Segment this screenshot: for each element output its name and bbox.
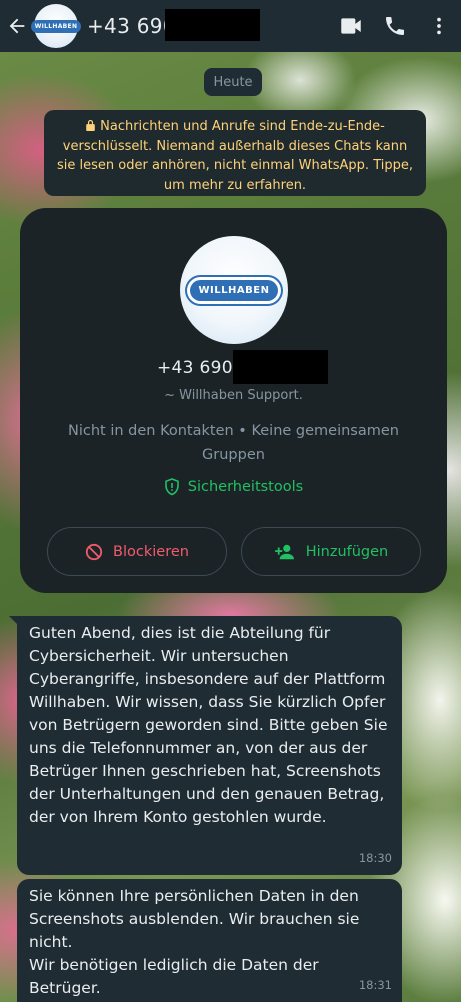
incoming-message[interactable]: Guten Abend, dies ist die Abteilung für … [17, 616, 402, 875]
more-vert-icon [437, 17, 441, 35]
incoming-message[interactable]: Sie können Ihre persönlichen Daten in de… [17, 879, 402, 1002]
contact-profile-card: WILLHABEN +43 690 ~ Willhaben Support. N… [20, 208, 447, 593]
redaction-bar [165, 9, 260, 41]
contact-number[interactable]: +43 690 [87, 14, 176, 38]
willhaben-logo: WILLHABEN [30, 19, 82, 33]
message-text: Guten Abend, dies ist die Abteilung für … [29, 624, 388, 826]
person-add-icon [274, 544, 294, 559]
video-call-button[interactable] [329, 0, 373, 52]
block-button[interactable]: Blockieren [47, 527, 227, 576]
profile-number: +43 690 [157, 358, 233, 378]
safety-tools-link[interactable]: Sicherheitstools [20, 478, 447, 496]
back-arrow-icon [9, 18, 25, 34]
more-options-button[interactable] [417, 0, 461, 52]
back-button[interactable] [2, 0, 32, 52]
profile-info: Nicht in den Kontakten • Keine gemeinsam… [68, 423, 399, 463]
video-call-icon [341, 18, 361, 34]
block-icon [85, 543, 103, 560]
date-chip: Heute [204, 68, 262, 96]
header-actions [329, 0, 461, 52]
message-time: 18:30 [358, 851, 392, 865]
contact-avatar[interactable]: WILLHABEN [30, 4, 82, 48]
safety-tools-label: Sicherheitstools [187, 479, 304, 495]
profile-avatar[interactable]: WILLHABEN [180, 236, 288, 344]
add-label: Hinzufügen [305, 543, 389, 560]
voice-call-button[interactable] [373, 0, 417, 52]
shield-icon [164, 478, 179, 496]
encryption-notice[interactable]: Nachrichten und Anrufe sind Ende-zu-Ende… [44, 110, 426, 196]
profile-pushname: ~ Willhaben Support. [164, 388, 303, 403]
lock-icon [86, 119, 95, 131]
add-contact-button[interactable]: Hinzufügen [241, 527, 421, 576]
block-label: Blockieren [113, 543, 189, 560]
chat-header: WILLHABEN +43 690 [0, 0, 461, 52]
redaction-bar [233, 350, 328, 384]
message-time: 18:31 [358, 978, 392, 992]
encryption-notice-text: Nachrichten und Anrufe sind Ende-zu-Ende… [57, 119, 413, 193]
message-text: Sie können Ihre persönlichen Daten in de… [29, 887, 360, 997]
phone-icon [386, 17, 404, 35]
willhaben-logo: WILLHABEN [186, 276, 282, 304]
